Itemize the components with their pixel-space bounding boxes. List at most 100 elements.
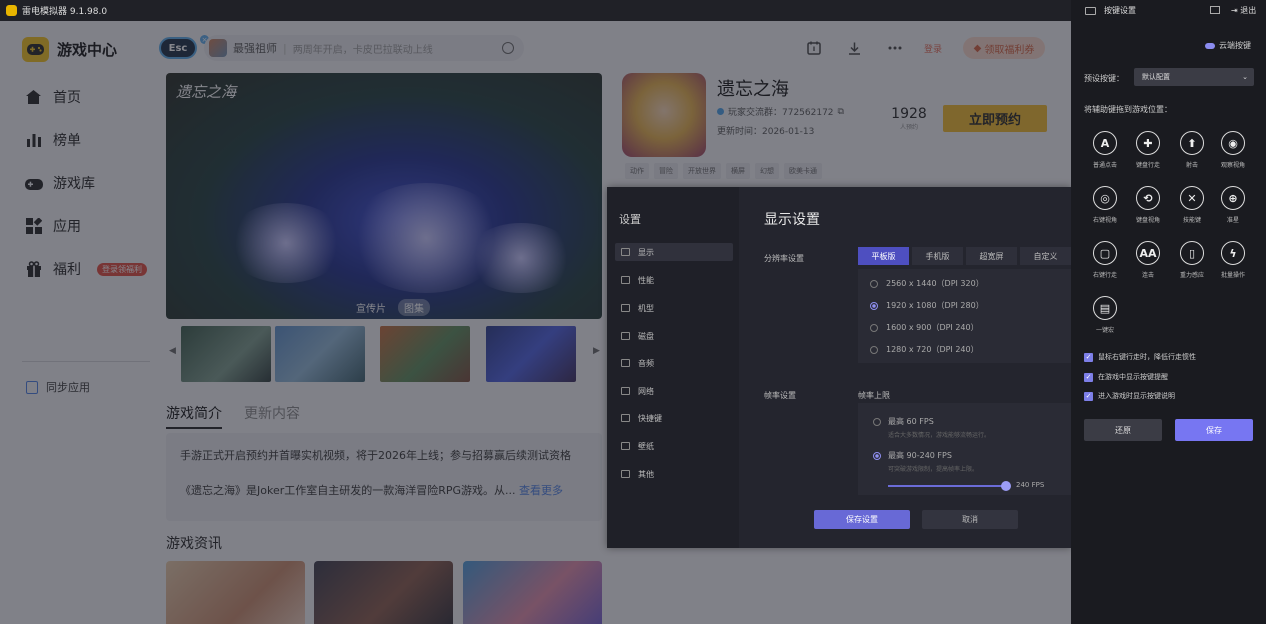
resolution-option[interactable]: 1920 x 1080（DPI 280） [870,300,984,311]
intro-summary: 《遗忘之海》是Joker工作室自主研发的一款海洋冒险RPG游戏。从... [180,484,516,497]
exit-icon: ⇥ [1231,6,1238,15]
key-combo[interactable]: AA 连击 [1128,241,1168,279]
sidebar-item-apps[interactable]: 应用 [24,216,81,236]
checkbox-show-hints[interactable]: ✓ 在游戏中显示按键提醒 [1084,372,1168,382]
folder-icon[interactable] [1210,6,1220,14]
intro-box: 手游正式开启预约并首曝实机视频，将于2026年上线；参与招募赢后续测试资格 《遗… [166,433,602,521]
sidebar-item-welfare[interactable]: 福利 登录领福利 [24,259,147,279]
tab-phone[interactable]: 手机版 [912,247,963,265]
sync-apps-button[interactable]: 同步应用 [26,379,90,395]
key-look[interactable]: ◉ 观察视角 [1213,131,1253,169]
claim-voucher-button[interactable]: ◆ 领取福利券 [963,37,1045,59]
key-right-view[interactable]: ◎ 右键视角 [1085,186,1125,224]
preset-dropdown[interactable]: 默认配置 ⌄ [1134,68,1254,86]
prev-arrow-icon[interactable]: ◀ [169,346,176,356]
settings-nav-audio[interactable]: 音频 [615,354,733,372]
restore-button[interactable]: 还原 [1084,419,1162,441]
download-icon[interactable] [845,39,863,57]
search-icon[interactable] [502,42,514,54]
tab-tablet[interactable]: 平板版 [858,247,909,265]
checkbox-show-guide[interactable]: ✓ 进入游戏时显示按键说明 [1084,391,1175,401]
save-button[interactable]: 保存 [1175,419,1253,441]
copy-icon[interactable]: ⧉ [838,107,844,117]
sidebar-item-library[interactable]: 游戏库 [24,173,95,193]
reserve-button[interactable]: 立即预约 [943,105,1047,132]
key-tap[interactable]: A 普通点击 [1085,131,1125,169]
mouse-icon: ▢ [1093,241,1117,265]
news-card[interactable] [314,561,453,624]
settings-nav-disk[interactable]: 磁盘 [615,327,733,345]
key-keyboard-view[interactable]: ⟲ 键盘视角 [1128,186,1168,224]
settings-nav-performance[interactable]: 性能 [615,271,733,289]
radio-button[interactable] [870,301,878,310]
thumbnail[interactable] [181,326,271,382]
tab-updates[interactable]: 更新内容 [244,403,300,429]
fps-option[interactable]: 最高 90-240 FPS 可突破游戏限制，提高帧率上限。 [873,450,978,473]
fps-slider-handle[interactable] [1001,481,1011,491]
tab-trailer[interactable]: 宣传片 [350,299,392,316]
checkbox-checked[interactable]: ✓ [1084,352,1093,362]
esc-key-badge[interactable]: Esc [159,37,197,59]
settings-nav-wallpaper[interactable]: 壁纸 [615,437,733,455]
radio-button[interactable] [870,323,878,332]
sidebar-item-ranking[interactable]: 榜单 [24,130,81,150]
cloud-keys-button[interactable]: 云端按键 [1205,40,1251,51]
news-card[interactable] [463,561,602,624]
sidebar-item-home[interactable]: 首页 [24,87,81,107]
checkbox-reduce-inertia[interactable]: ✓ 鼠标右键行走时，降低行走惯性 [1084,352,1196,362]
key-shoot[interactable]: ⬆ 射击 [1172,131,1212,169]
checkbox-checked[interactable]: ✓ [1084,372,1093,382]
key-batch[interactable]: ϟ 批量操作 [1213,241,1253,279]
crosshair-icon: ⊕ [1221,186,1245,210]
thumbnail[interactable] [380,326,470,382]
thumbnail[interactable] [275,326,365,382]
settings-nav-other[interactable]: 其他 [615,465,733,483]
radio-button[interactable] [870,345,878,354]
checkbox-checked[interactable]: ✓ [1084,391,1093,401]
radio-button[interactable] [870,279,878,288]
fps-option[interactable]: 最高 60 FPS 适合大多数情况，游戏能够流畅运行。 [873,416,990,439]
game-tag[interactable]: 动作 [625,163,649,179]
key-gravity[interactable]: ▯ 重力感应 [1172,241,1212,279]
next-arrow-icon[interactable]: ▶ [593,346,600,356]
right-view-icon: ◎ [1093,186,1117,210]
game-tag[interactable]: 幻想 [755,163,779,179]
tab-custom[interactable]: 自定义 [1020,247,1071,265]
key-right-walk[interactable]: ▢ 右键行走 [1085,241,1125,279]
thumbnail[interactable] [486,326,576,382]
more-icon[interactable] [886,39,904,57]
settings-nav-label: 显示 [638,247,654,257]
game-tag[interactable]: 横屏 [726,163,750,179]
resolution-option[interactable]: 1280 x 720（DPI 240） [870,344,979,355]
exit-button[interactable]: ⇥ 退出 [1231,5,1256,16]
resolution-option[interactable]: 2560 x 1440（DPI 320） [870,278,984,289]
key-crosshair[interactable]: ⊕ 准星 [1213,186,1253,224]
login-button[interactable]: 登录 [924,37,948,59]
key-dpad[interactable]: ✚ 键盘行走 [1128,131,1168,169]
settings-nav-hotkeys[interactable]: 快捷键 [615,409,733,427]
search-bar[interactable]: 最强祖师 | 两周年开启，卡皮巴拉联动上线 [204,35,524,61]
key-macro[interactable]: ▤ 一键宏 [1085,296,1125,334]
combo-icon: AA [1136,241,1160,265]
fps-slider-track[interactable] [888,485,1005,487]
game-tag[interactable]: 冒险 [654,163,678,179]
hero-media[interactable]: 遗忘之海 宣传片 图集 [166,73,602,319]
game-tag[interactable]: 开放世界 [683,163,721,179]
brand[interactable]: 游戏中心 [22,37,117,62]
key-skill[interactable]: ✕ 技能键 [1172,186,1212,224]
see-more-link[interactable]: 查看更多 [519,484,563,497]
tab-gallery[interactable]: 图集 [398,299,430,316]
settings-nav-display[interactable]: 显示 [615,243,733,261]
tab-ultrawide[interactable]: 超宽屏 [966,247,1017,265]
settings-nav-model[interactable]: 机型 [615,299,733,317]
calendar-icon[interactable] [805,39,823,57]
resolution-option[interactable]: 1600 x 900（DPI 240） [870,322,979,333]
radio-button[interactable] [873,417,881,426]
radio-button[interactable] [873,451,881,460]
news-card[interactable] [166,561,305,624]
save-settings-button[interactable]: 保存设置 [814,510,910,529]
game-tag[interactable]: 欧美卡通 [784,163,822,179]
tab-intro[interactable]: 游戏简介 [166,403,222,429]
settings-nav-network[interactable]: 网络 [615,382,733,400]
cancel-button[interactable]: 取消 [922,510,1018,529]
